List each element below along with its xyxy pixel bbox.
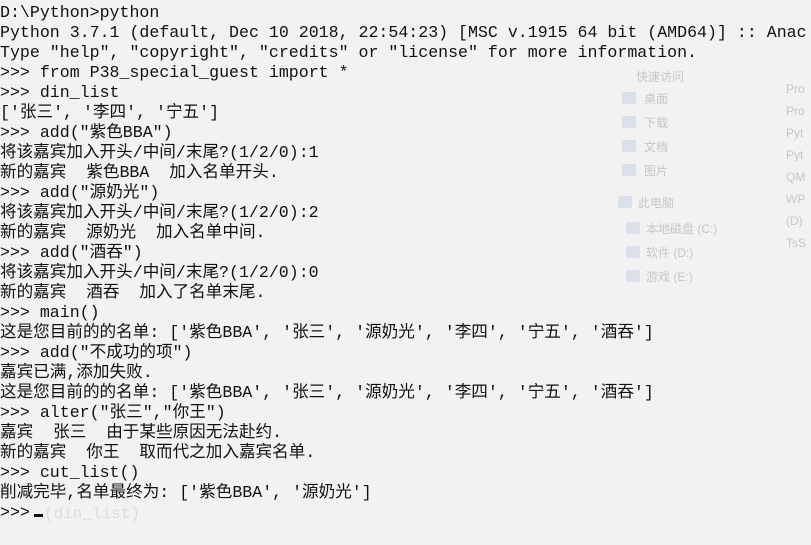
- console-line: 新的嘉宾 你王 取而代之加入嘉宾名单.: [0, 443, 316, 462]
- console-line: 将该嘉宾加入开头/中间/末尾?(1/2/0):1: [0, 143, 319, 162]
- console-line: >>> add("酒吞"): [0, 243, 143, 262]
- console-line: D:\Python>python: [0, 3, 160, 22]
- console-line: >>> add("源奶光"): [0, 183, 160, 202]
- console-line: >>> cut_list(): [0, 463, 140, 482]
- console-prompt: >>>: [0, 503, 30, 522]
- console-line: 嘉宾 张三 由于某些原因无法赴约.: [0, 423, 283, 442]
- console-line: >>> alter("张三","你王"): [0, 403, 226, 422]
- console-line: >>> add("不成功的项"): [0, 343, 193, 362]
- console-line: >>> din_list: [0, 83, 120, 102]
- console-line: 将该嘉宾加入开头/中间/末尾?(1/2/0):0: [0, 263, 319, 282]
- text-cursor: [33, 514, 43, 517]
- console-line: 新的嘉宾 酒吞 加入了名单末尾.: [0, 283, 266, 302]
- console-prompt-line[interactable]: >>>: [0, 503, 811, 523]
- console-line: >>> from P38_special_guest import *: [0, 63, 349, 82]
- console-line: >>> main(): [0, 303, 100, 322]
- console-line: Type "help", "copyright", "credits" or "…: [0, 43, 698, 62]
- console-line: 削减完毕,名单最终为: ['紫色BBA', '源奶光']: [0, 483, 372, 502]
- console-line: 新的嘉宾 紫色BBA 加入名单开头.: [0, 163, 279, 182]
- console-window[interactable]: 快速访问 桌面 下载 文档 图片 此电脑 本地磁盘 (C:) 软件 (D:) 游…: [0, 0, 811, 545]
- console-line: Python 3.7.1 (default, Dec 10 2018, 22:5…: [0, 23, 807, 42]
- console-line: 嘉宾已满,添加失败.: [0, 363, 153, 382]
- console-output: D:\Python>python Python 3.7.1 (default, …: [0, 3, 811, 523]
- console-line: 新的嘉宾 源奶光 加入名单中间.: [0, 223, 266, 242]
- console-line: 这是您目前的的名单: ['紫色BBA', '张三', '源奶光', '李四', …: [0, 323, 654, 342]
- console-line: >>> add("紫色BBA"): [0, 123, 173, 142]
- console-line: 将该嘉宾加入开头/中间/末尾?(1/2/0):2: [0, 203, 319, 222]
- console-line: ['张三', '李四', '宁五']: [0, 103, 220, 122]
- console-line: 这是您目前的的名单: ['紫色BBA', '张三', '源奶光', '李四', …: [0, 383, 654, 402]
